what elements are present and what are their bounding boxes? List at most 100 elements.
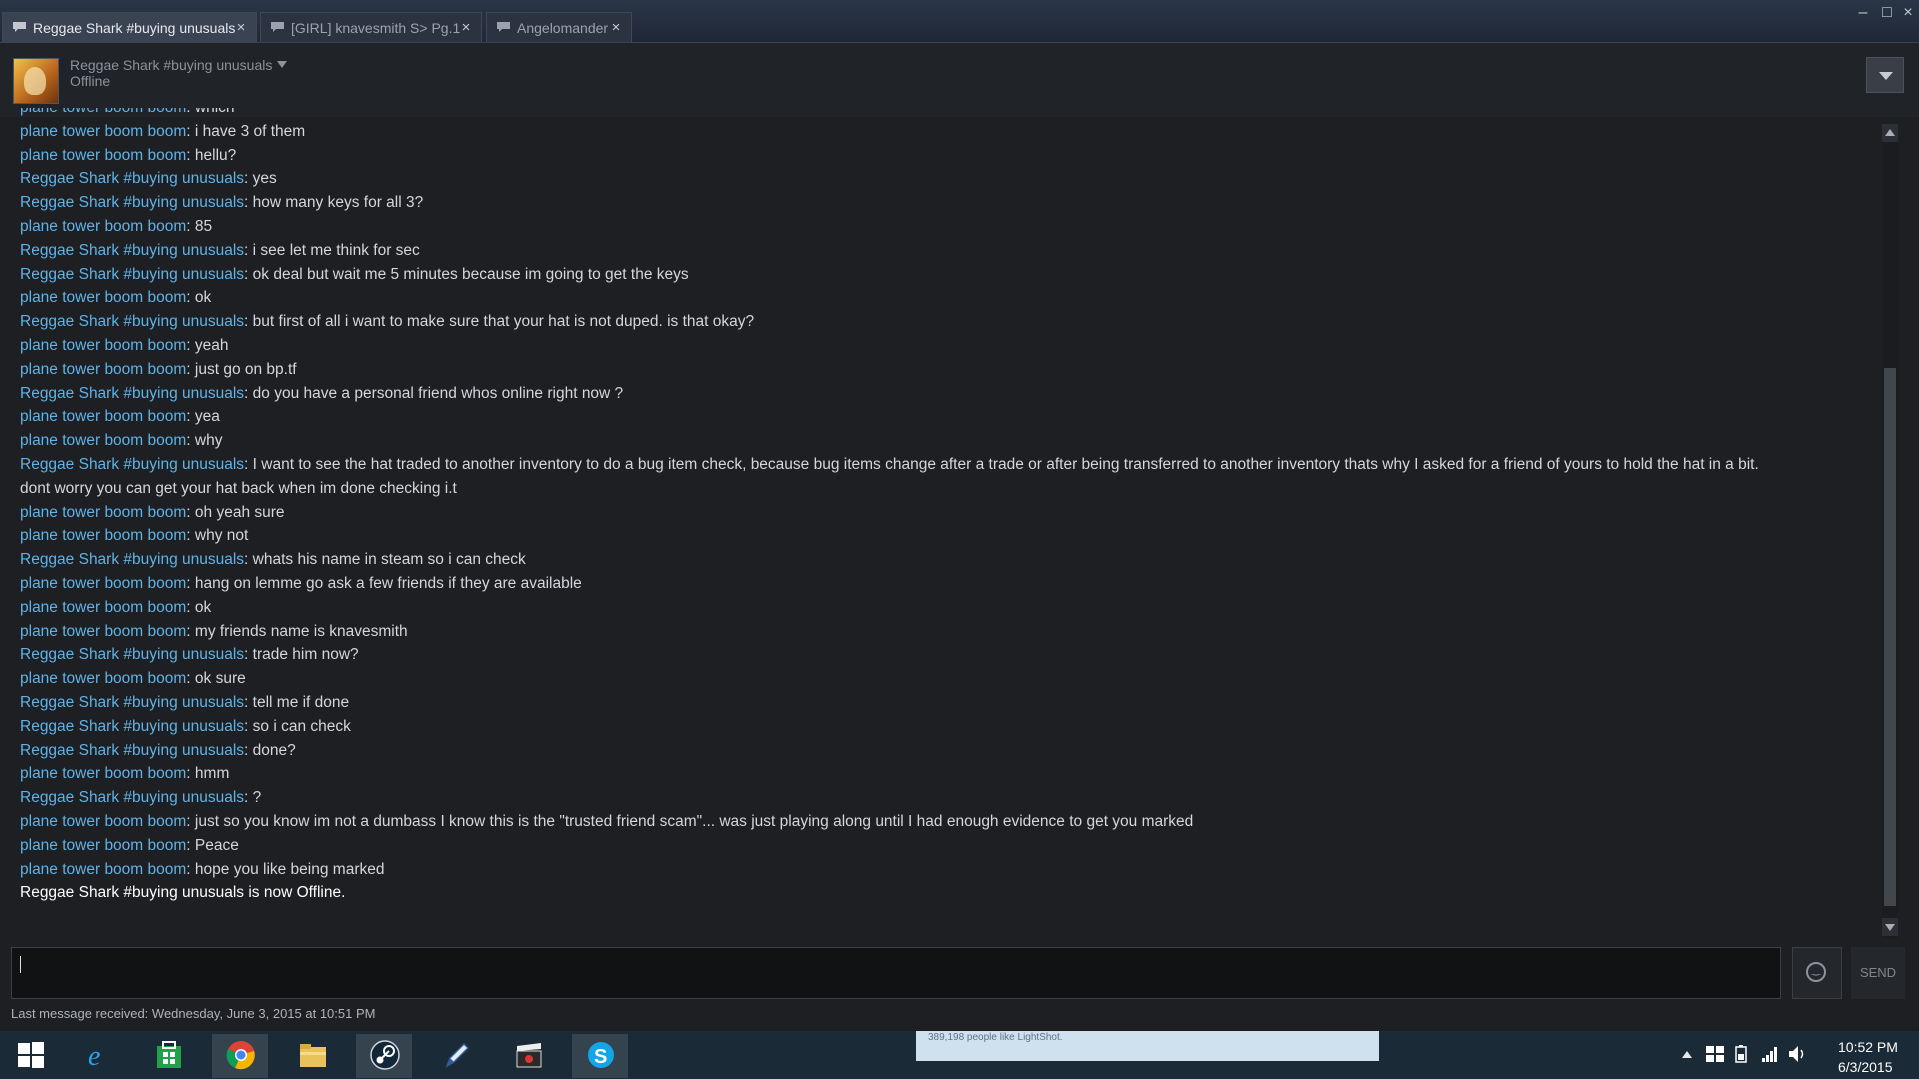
chat-message: plane tower boom boom: oh yeah sure bbox=[20, 501, 1860, 525]
chat-message: Reggae Shark #buying unusuals: yes bbox=[20, 167, 1860, 191]
message-text: : my friends name is knavesmith bbox=[186, 622, 408, 640]
message-sender[interactable]: plane tower boom boom bbox=[20, 289, 186, 306]
message-sender[interactable]: plane tower boom boom bbox=[20, 218, 186, 235]
taskbar-editor[interactable] bbox=[428, 1034, 484, 1078]
skype-icon: S bbox=[588, 1042, 614, 1068]
taskbar-internet-explorer[interactable]: e bbox=[68, 1034, 124, 1078]
message-text: : I want to see the hat traded to anothe… bbox=[244, 456, 1759, 473]
clock-date[interactable]: 6/3/2015 bbox=[1838, 1059, 1893, 1075]
network-signal-icon[interactable] bbox=[1762, 1046, 1778, 1062]
message-sender[interactable]: Reggae Shark #buying unusuals bbox=[20, 170, 244, 187]
message-sender[interactable]: Reggae Shark #buying unusuals bbox=[20, 718, 244, 735]
scroll-up-button[interactable] bbox=[1882, 124, 1898, 142]
chat-message: plane tower boom boom: yea bbox=[20, 405, 1860, 429]
smiley-icon: ‿ bbox=[1806, 962, 1826, 982]
message-sender[interactable]: Reggae Shark #buying unusuals bbox=[20, 456, 244, 473]
message-sender[interactable]: plane tower boom boom bbox=[20, 337, 186, 354]
message-sender[interactable]: plane tower boom boom bbox=[20, 504, 186, 521]
close-window-button[interactable]: × bbox=[1898, 4, 1918, 22]
message-sender[interactable]: plane tower boom boom bbox=[20, 361, 186, 378]
tab-label: Angelomander bbox=[517, 20, 609, 36]
store-icon bbox=[157, 1041, 181, 1068]
message-input[interactable] bbox=[11, 947, 1781, 999]
chat-message: Reggae Shark #buying unusuals: tell me i… bbox=[20, 691, 1860, 715]
scroll-down-button[interactable] bbox=[1882, 918, 1898, 936]
taskbar-store[interactable] bbox=[140, 1034, 196, 1078]
taskbar-chrome[interactable] bbox=[212, 1034, 268, 1078]
message-sender[interactable]: Reggae Shark #buying unusuals bbox=[20, 646, 244, 663]
message-text: dont worry you can get your hat back whe… bbox=[20, 479, 457, 497]
message-text: : i have 3 of them bbox=[186, 122, 306, 140]
message-sender[interactable]: Reggae Shark #buying unusuals bbox=[20, 194, 244, 211]
tab-angelomander[interactable]: Angelomander × bbox=[486, 12, 632, 42]
message-sender[interactable]: Reggae Shark #buying unusuals bbox=[20, 742, 244, 759]
message-sender[interactable]: Reggae Shark #buying unusuals bbox=[20, 694, 244, 711]
taskbar-steam[interactable] bbox=[356, 1034, 412, 1078]
avatar[interactable] bbox=[13, 58, 59, 104]
chat-message: plane tower boom boom: ok bbox=[20, 286, 1860, 310]
message-sender[interactable]: plane tower boom boom bbox=[20, 408, 186, 425]
tab-knavesmith[interactable]: [GIRL] knavesmith S> Pg.1 × bbox=[260, 12, 482, 42]
message-sender[interactable]: plane tower boom boom bbox=[20, 123, 186, 140]
message-text: : yeah bbox=[186, 337, 229, 354]
message-text: : do you have a personal friend whos onl… bbox=[244, 384, 624, 402]
chat-message: Reggae Shark #buying unusuals: ok deal b… bbox=[20, 263, 1860, 287]
battery-icon[interactable] bbox=[1734, 1045, 1748, 1063]
start-button[interactable] bbox=[2, 1034, 58, 1078]
message-sender[interactable]: plane tower boom boom bbox=[20, 599, 186, 616]
chat-options-button[interactable] bbox=[1866, 57, 1904, 93]
window-preview[interactable]: 389,198 people like LightShot. bbox=[916, 1031, 1379, 1061]
message-text: : whats his name in steam so i can check bbox=[244, 551, 526, 569]
message-sender[interactable]: Reggae Shark #buying unusuals bbox=[20, 313, 244, 330]
chat-message: plane tower boom boom: hellu? bbox=[20, 144, 1860, 168]
message-text: : hope you like being marked bbox=[186, 860, 385, 878]
friend-name[interactable]: Reggae Shark #buying unusuals bbox=[70, 57, 272, 73]
chat-message: plane tower boom boom: ok bbox=[20, 596, 1860, 620]
close-icon[interactable]: × bbox=[609, 13, 623, 42]
chevron-down-icon bbox=[1879, 72, 1893, 80]
message-sender[interactable]: Reggae Shark #buying unusuals bbox=[20, 266, 244, 283]
tab-reggae-shark[interactable]: Reggae Shark #buying unusuals × bbox=[2, 12, 257, 42]
scrollbar-thumb[interactable] bbox=[1884, 368, 1896, 906]
message-sender[interactable]: plane tower boom boom bbox=[20, 575, 186, 592]
chevron-down-icon[interactable] bbox=[277, 61, 287, 68]
close-icon[interactable]: × bbox=[234, 13, 248, 42]
message-sender[interactable]: plane tower boom boom bbox=[20, 527, 186, 544]
message-sender[interactable]: plane tower boom boom bbox=[20, 813, 186, 830]
taskbar-file-explorer[interactable] bbox=[284, 1034, 340, 1078]
taskbar-skype[interactable]: S bbox=[572, 1034, 628, 1078]
message-sender[interactable]: plane tower boom boom bbox=[20, 837, 186, 854]
chrome-icon bbox=[226, 1041, 255, 1070]
send-button[interactable]: SEND bbox=[1851, 947, 1905, 999]
message-sender[interactable]: plane tower boom boom bbox=[20, 432, 186, 449]
message-sender[interactable]: plane tower boom boom bbox=[20, 147, 186, 164]
emoticon-button[interactable]: ‿ bbox=[1792, 947, 1842, 999]
chat-message: plane tower boom boom: why not bbox=[20, 524, 1860, 548]
message-text: : oh yeah sure bbox=[186, 503, 285, 521]
chat-message: plane tower boom boom: why bbox=[20, 429, 1860, 453]
windows-flag-icon[interactable] bbox=[1706, 1046, 1724, 1062]
chat-message: plane tower boom boom: ok sure bbox=[20, 667, 1860, 691]
message-sender[interactable]: Reggae Shark #buying unusuals bbox=[20, 789, 244, 806]
taskbar-video[interactable] bbox=[500, 1034, 556, 1078]
message-sender[interactable]: plane tower boom boom bbox=[20, 623, 186, 640]
windows-logo-icon bbox=[18, 1042, 44, 1068]
tray-expand-icon[interactable] bbox=[1682, 1050, 1692, 1058]
message-text: : just so you know im not a dumbass I kn… bbox=[186, 813, 1194, 830]
maximize-button[interactable]: □ bbox=[1877, 4, 1897, 22]
message-sender[interactable]: plane tower boom boom bbox=[20, 670, 186, 687]
message-text: : hang on lemme go ask a few friends if … bbox=[186, 575, 582, 592]
message-sender[interactable]: plane tower boom boom bbox=[20, 765, 186, 782]
volume-icon[interactable] bbox=[1788, 1045, 1808, 1063]
message-sender[interactable]: plane tower boom boom bbox=[20, 108, 186, 116]
message-sender[interactable]: plane tower boom boom bbox=[20, 861, 186, 878]
minimize-button[interactable]: – bbox=[1853, 4, 1873, 22]
message-sender[interactable]: Reggae Shark #buying unusuals bbox=[20, 385, 244, 402]
chat-bubble-icon bbox=[271, 22, 284, 32]
clock-time[interactable]: 10:52 PM bbox=[1838, 1039, 1898, 1055]
message-sender[interactable]: Reggae Shark #buying unusuals bbox=[20, 242, 244, 259]
message-text: : tell me if done bbox=[244, 694, 350, 711]
chat-message: plane tower boom boom: just go on bp.tf bbox=[20, 358, 1860, 382]
close-icon[interactable]: × bbox=[459, 13, 473, 42]
message-sender[interactable]: Reggae Shark #buying unusuals bbox=[20, 551, 244, 568]
